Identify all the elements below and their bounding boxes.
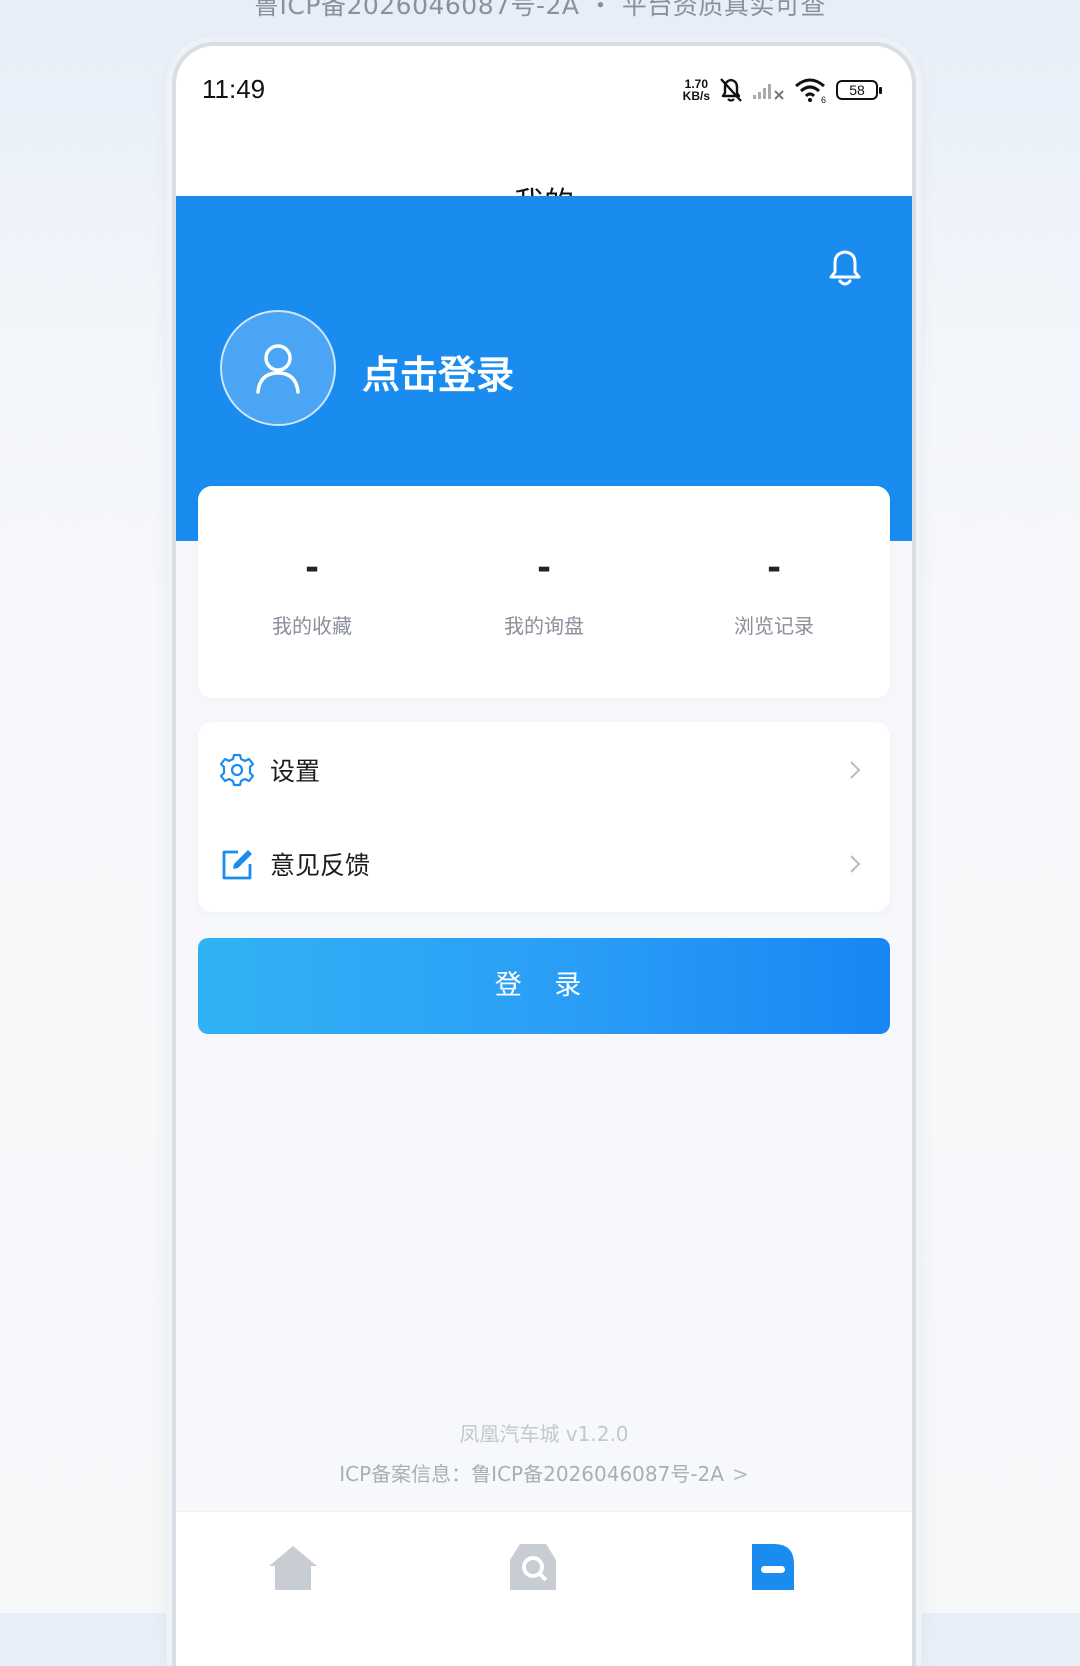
search-icon[interactable] (506, 1540, 560, 1594)
bell-muted-icon (720, 78, 742, 102)
menu-item-settings[interactable]: 设置 (198, 722, 890, 818)
menu-item-label: 设置 (270, 757, 321, 786)
login-button[interactable]: 登 录 (198, 938, 890, 1034)
login-prompt[interactable]: 点击登录 (362, 344, 514, 399)
cellular-signal-icon (753, 84, 784, 100)
avatar[interactable] (220, 310, 336, 426)
icp-text: ICP备案信息：鲁ICP备2026046087号-2A (339, 1462, 724, 1486)
menu-item-feedback[interactable]: 意见反馈 (198, 816, 890, 912)
bottom-tab-bar (176, 1511, 912, 1666)
user-icon (256, 344, 300, 394)
edit-icon (222, 850, 252, 880)
bell-icon[interactable] (824, 246, 866, 290)
network-speed: 1.70 KB/s (682, 77, 710, 103)
status-time: 11:49 (202, 74, 266, 104)
icp-link[interactable]: ICP备案信息：鲁ICP备2026046087号-2A > (176, 1458, 912, 1487)
stat-value: - (304, 548, 320, 588)
stat-label: 我的询盘 (504, 614, 584, 638)
chevron-right-icon (850, 855, 861, 873)
svg-text:6: 6 (821, 95, 826, 103)
stats-card: - 我的收藏 - 我的询盘 - 浏览记录 (198, 486, 890, 698)
battery-indicator: 58 (836, 80, 882, 100)
status-bar: 11:49 1.70 KB/s 6 58 (176, 46, 912, 128)
status-icons: 1.70 KB/s 6 58 (682, 74, 882, 106)
stat-history[interactable]: - 浏览记录 (674, 548, 874, 639)
wifi-icon: 6 (795, 78, 826, 103)
stat-favorites[interactable]: - 我的收藏 (212, 548, 412, 639)
phone-frame: 11:49 1.70 KB/s 6 58 点击登录 - 我的收藏 - 我的询盘 … (172, 42, 916, 1666)
gear-icon (220, 753, 254, 787)
home-icon[interactable] (266, 1540, 320, 1594)
icp-arrow: > (731, 1462, 749, 1486)
stat-value: - (536, 548, 552, 588)
stat-label: 浏览记录 (734, 614, 814, 638)
chevron-right-icon (850, 761, 861, 779)
menu-card: 设置 意见反馈 (198, 722, 890, 912)
profile-tab-icon[interactable] (746, 1540, 800, 1594)
app-version: 凤凰汽车城 v1.2.0 (459, 1422, 629, 1446)
stat-value: - (766, 548, 782, 588)
icp-banner: 鲁ICP备2026046087号-2A ・ 平台资质真实可查 (254, 0, 826, 20)
stat-label: 我的收藏 (272, 614, 352, 638)
stat-inquiries[interactable]: - 我的询盘 (444, 548, 644, 639)
menu-item-label: 意见反馈 (270, 851, 371, 880)
